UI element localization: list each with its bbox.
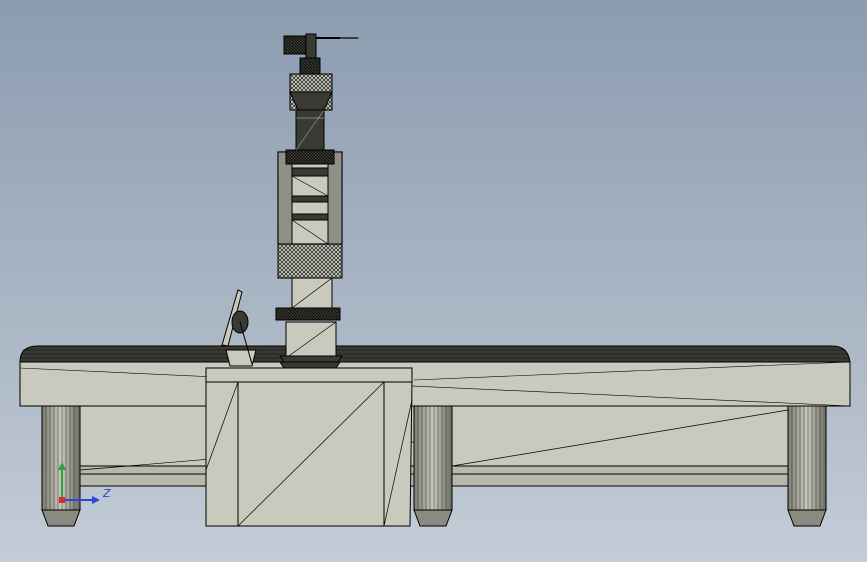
cad-viewport[interactable]: Z [0,0,867,562]
robot-upper-link [289,73,333,151]
robot-arm-body [277,149,343,245]
z-axis-label: Z [103,487,111,500]
x-axis-arrow [59,497,65,503]
assembly-model[interactable] [0,0,867,562]
robot-lower-link [277,243,343,309]
table-leg-right [787,403,827,527]
table-leg-middle [413,403,453,527]
robot-base-block [205,367,413,527]
robot-mount-flange [275,307,343,369]
teach-pendant [221,289,257,367]
robot-wrist-tool [283,33,360,75]
tabletop [19,345,851,407]
